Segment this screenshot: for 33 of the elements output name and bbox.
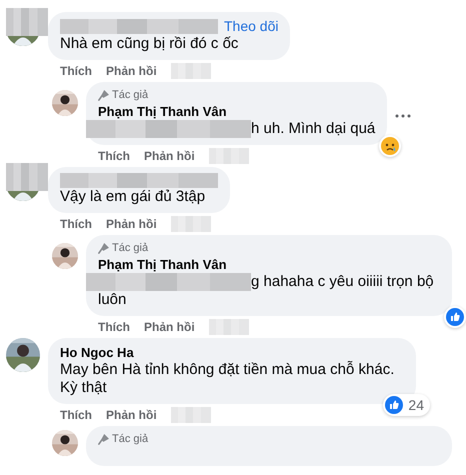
blurred-area xyxy=(6,163,48,191)
comment-text: Vậy là em gái đủ 3tập xyxy=(60,188,206,205)
author-name[interactable]: Phạm Thị Thanh Vân xyxy=(98,256,227,273)
action-link[interactable]: Thích xyxy=(98,320,130,334)
action-link[interactable]: Phản hồi xyxy=(144,148,195,162)
action-link[interactable]: Thích xyxy=(98,148,130,162)
action-link[interactable]: Phản hồi xyxy=(106,216,157,230)
thumbs-up-icon xyxy=(385,396,404,414)
author-label: Tác giả xyxy=(112,432,148,447)
microphone-icon xyxy=(98,434,109,445)
comment-text: h uh. Mình dại quá xyxy=(251,120,376,137)
follow-link[interactable]: Theo dõi xyxy=(224,18,278,35)
comment-text: Nhà em cũng bị rồi đó c ốc xyxy=(60,35,238,52)
action-link[interactable]: Thích xyxy=(60,216,92,230)
reaction-badge[interactable]: 24 xyxy=(383,394,430,416)
comment-text: May bên Hà tỉnh không đặt tiền mà mua chỗ khác. Kỳ thật xyxy=(60,361,394,396)
action-link[interactable]: Phản hồi xyxy=(106,64,157,78)
action-link[interactable]: Phản hồi xyxy=(144,320,195,334)
thumbs-up-icon xyxy=(446,308,464,326)
blurred-area xyxy=(6,8,48,36)
comment-text: g hahaha c yêu oiiiii trọn bộ luôn xyxy=(98,273,434,308)
author-label: Tác giả xyxy=(112,88,148,103)
action-link[interactable]: Thích xyxy=(60,408,92,422)
author-label: Tác giả xyxy=(112,241,148,256)
action-link[interactable]: Thích xyxy=(60,64,92,78)
author-name[interactable]: Ho Ngoc Ha xyxy=(60,344,134,361)
action-link[interactable]: Phản hồi xyxy=(106,408,157,422)
crying-face-icon xyxy=(381,137,400,155)
microphone-icon xyxy=(98,90,109,101)
microphone-icon xyxy=(98,243,109,254)
more-icon[interactable] xyxy=(395,114,412,118)
author-name[interactable]: Phạm Thị Thanh Vân xyxy=(98,103,227,120)
reaction-badge[interactable] xyxy=(379,135,402,157)
